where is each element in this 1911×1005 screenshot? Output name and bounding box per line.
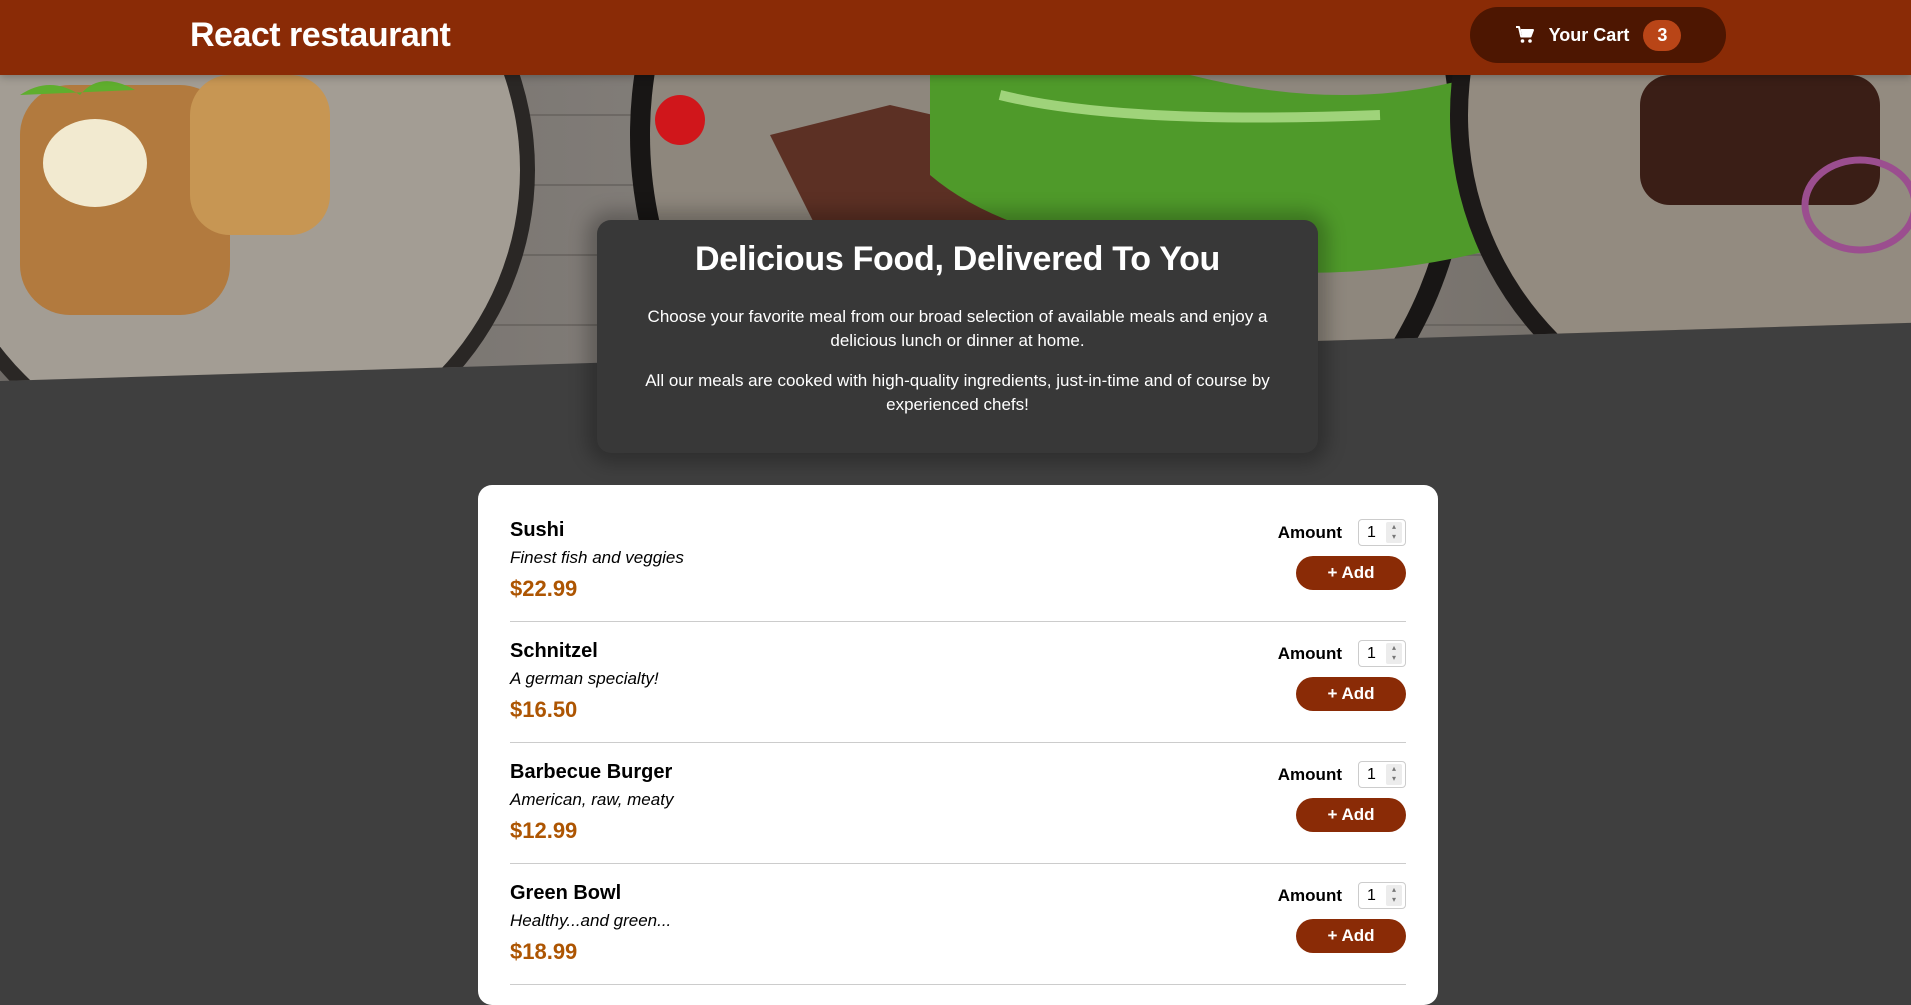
summary-card: Delicious Food, Delivered To You Choose … <box>597 220 1318 453</box>
add-meal-form: Amount 1 ▴ ▾ + Add <box>1278 519 1406 590</box>
add-to-cart-button[interactable]: + Add <box>1296 798 1406 832</box>
meal-info: Sushi Finest fish and veggies $22.99 <box>510 519 684 602</box>
meal-name: Schnitzel <box>510 640 598 662</box>
meal-name: Barbecue Burger <box>510 761 673 783</box>
amount-input[interactable]: 1 ▴ ▾ <box>1358 519 1406 546</box>
meal-price: $16.50 <box>510 697 578 722</box>
meal-name: Sushi <box>510 519 565 541</box>
meal-info: Schnitzel A german specialty! $16.50 <box>510 640 659 723</box>
add-to-cart-button[interactable]: + Add <box>1296 919 1406 953</box>
stepper-arrows-icon[interactable]: ▴ ▾ <box>1386 643 1402 664</box>
amount-value: 1 <box>1367 644 1376 662</box>
add-meal-form: Amount 1 ▴ ▾ + Add <box>1278 761 1406 832</box>
amount-value: 1 <box>1367 523 1376 541</box>
stepper-arrows-icon[interactable]: ▴ ▾ <box>1386 522 1402 543</box>
amount-label: Amount <box>1277 885 1342 905</box>
app-title: React restaurant <box>190 16 451 54</box>
stepper-arrows-icon[interactable]: ▴ ▾ <box>1386 885 1402 906</box>
summary-title: Delicious Food, Delivered To You <box>694 240 1221 278</box>
summary-paragraph-2: All our meals are cooked with high-quali… <box>645 371 1270 414</box>
cart-button[interactable]: Your Cart 3 <box>1470 7 1726 63</box>
amount-label: Amount <box>1277 522 1342 542</box>
meal-price: $22.99 <box>510 576 578 601</box>
cart-count-badge: 3 <box>1643 19 1682 51</box>
meal-description: Finest fish and veggies <box>510 548 684 567</box>
meal-item-green-bowl: Green Bowl Healthy...and green... $18.99… <box>510 864 1406 985</box>
amount-value: 1 <box>1367 886 1376 904</box>
app-header: React restaurant Your Cart 3 <box>0 0 1911 75</box>
meal-info: Barbecue Burger American, raw, meaty $12… <box>510 761 673 844</box>
meal-description: Healthy...and green... <box>510 911 672 930</box>
stepper-arrows-icon[interactable]: ▴ ▾ <box>1386 764 1402 785</box>
shopping-cart-icon <box>1515 25 1535 45</box>
add-to-cart-button[interactable]: + Add <box>1296 556 1406 590</box>
add-meal-form: Amount 1 ▴ ▾ + Add <box>1278 882 1406 953</box>
amount-row: Amount 1 ▴ ▾ <box>1278 882 1406 909</box>
amount-label: Amount <box>1277 643 1342 663</box>
amount-row: Amount 1 ▴ ▾ <box>1278 761 1406 788</box>
amount-row: Amount 1 ▴ ▾ <box>1278 519 1406 546</box>
meal-price: $12.99 <box>510 818 578 843</box>
amount-input[interactable]: 1 ▴ ▾ <box>1358 882 1406 909</box>
amount-row: Amount 1 ▴ ▾ <box>1278 640 1406 667</box>
add-meal-form: Amount 1 ▴ ▾ + Add <box>1278 640 1406 711</box>
meal-item-schnitzel: Schnitzel A german specialty! $16.50 Amo… <box>510 622 1406 743</box>
meal-description: American, raw, meaty <box>510 790 674 809</box>
amount-value: 1 <box>1367 765 1376 783</box>
meal-price: $18.99 <box>510 939 578 964</box>
meal-item-sushi: Sushi Finest fish and veggies $22.99 Amo… <box>510 501 1406 622</box>
meals-list: Sushi Finest fish and veggies $22.99 Amo… <box>478 485 1438 1005</box>
meal-name: Green Bowl <box>510 882 622 904</box>
meal-description: A german specialty! <box>510 669 659 688</box>
summary-paragraph-1: Choose your favorite meal from our broad… <box>647 307 1268 350</box>
cart-label: Your Cart <box>1548 24 1630 45</box>
meal-info: Green Bowl Healthy...and green... $18.99 <box>510 882 671 965</box>
amount-input[interactable]: 1 ▴ ▾ <box>1358 640 1406 667</box>
amount-label: Amount <box>1277 764 1342 784</box>
amount-input[interactable]: 1 ▴ ▾ <box>1358 761 1406 788</box>
add-to-cart-button[interactable]: + Add <box>1296 677 1406 711</box>
meal-item-barbecue-burger: Barbecue Burger American, raw, meaty $12… <box>510 743 1406 864</box>
